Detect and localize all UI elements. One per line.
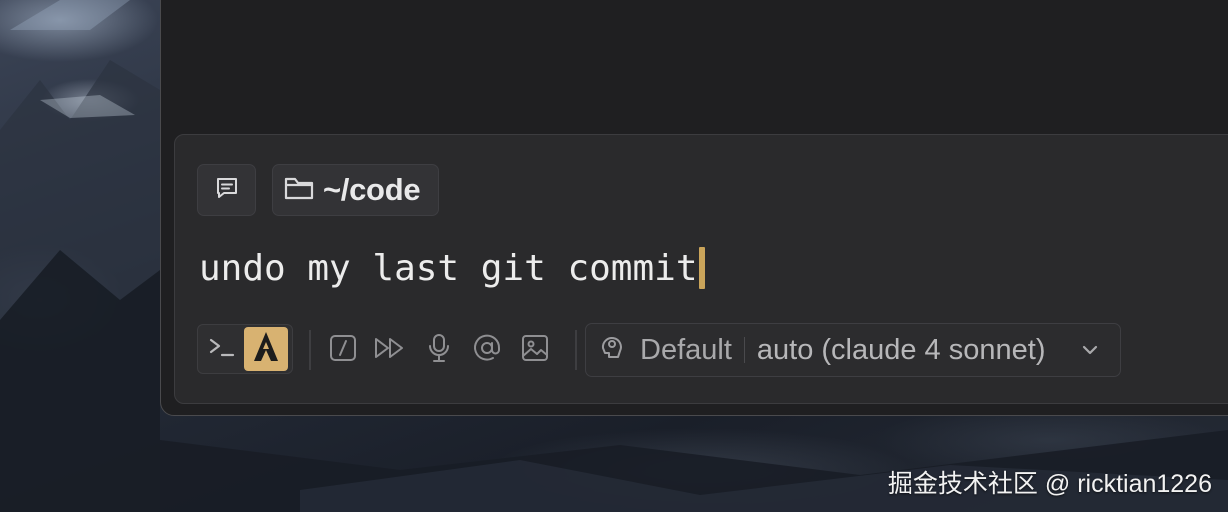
microphone-icon [425,332,453,369]
mention-button[interactable] [469,332,505,368]
terminal-mode-button[interactable] [200,327,244,371]
agent-mode-button[interactable] [244,327,288,371]
fast-forward-button[interactable] [372,332,408,368]
model-name: auto (claude 4 sonnet) [756,333,1046,366]
profile-icon [598,332,626,368]
directory-label: ~/code [323,172,421,207]
watermark: 掘金技术社区 @ ricktian1226 [887,470,1212,498]
profile-name: Default [640,333,732,366]
selector-divider [743,337,745,363]
voice-input-button[interactable] [421,332,457,368]
slash-command-button[interactable] [325,332,361,368]
agent-icon [251,330,281,369]
at-mention-icon [471,332,503,369]
text-cursor [698,247,705,289]
attach-image-button[interactable] [517,332,553,368]
prompt-input[interactable]: undo my last git commit [199,246,705,290]
working-directory-chip[interactable]: ~/code [272,164,439,216]
fast-forward-icon [373,335,407,366]
toolbar-separator [575,330,577,370]
chat-bubble-icon [213,174,241,207]
chevron-down-icon [1080,343,1100,357]
conversation-button[interactable] [197,164,256,216]
mode-toggle[interactable] [197,324,293,374]
model-selector[interactable]: Default auto (claude 4 sonnet) [585,323,1121,377]
slash-command-icon [328,333,358,368]
folder-icon [283,174,315,207]
image-icon [520,333,550,368]
prompt-text: undo my last git commit [199,247,698,289]
toolbar-separator [309,330,311,370]
terminal-icon [207,334,237,365]
